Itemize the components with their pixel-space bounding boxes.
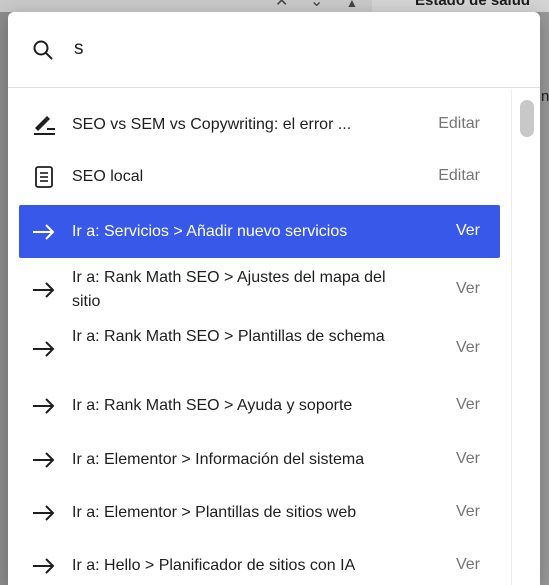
scrollbar-thumb[interactable] (520, 100, 534, 137)
result-label: SEO vs SEM vs Copywriting: el error ... (72, 116, 352, 133)
arrow-right-icon (31, 221, 57, 243)
view-action[interactable]: Ver (456, 396, 480, 414)
result-item[interactable]: Ir a: Rank Math SEO > Ajustes del mapa d… (19, 260, 500, 319)
search-bar[interactable]: s (8, 12, 540, 88)
view-action[interactable]: Ver (456, 450, 480, 468)
edit-action[interactable]: Editar (438, 167, 480, 185)
view-action[interactable]: Ver (456, 503, 480, 521)
background-right-letter: n (541, 88, 549, 105)
scrollbar-track[interactable] (511, 89, 540, 585)
arrow-right-icon (31, 395, 57, 417)
search-input[interactable]: s (74, 38, 84, 60)
page-icon (31, 166, 57, 188)
view-action[interactable]: Ver (456, 556, 480, 574)
result-item[interactable]: Ir a: Servicios > Añadir nuevo servicios… (19, 205, 500, 258)
arrow-right-icon (31, 338, 57, 360)
arrow-right-icon (31, 279, 57, 301)
arrow-right-icon (31, 449, 57, 471)
background-panel-title: Estado de salud (415, 0, 531, 9)
result-label: Ir a: Elementor > Información del sistem… (72, 451, 365, 468)
command-palette: s SEO vs SEM vs Copywriting: el error ..… (8, 12, 540, 585)
result-label: Ir a: Rank Math SEO > Plantillas de sche… (72, 328, 385, 345)
search-icon (33, 40, 53, 60)
background-caret-up-icon: ▲ (346, 0, 358, 10)
arrow-right-icon (31, 502, 57, 524)
results-list: SEO vs SEM vs Copywriting: el error ... E… (8, 89, 511, 585)
background-chevron-down-icon: ⌄ (310, 0, 324, 10)
result-label: SEO local (72, 168, 144, 185)
edit-action[interactable]: Editar (438, 115, 480, 133)
background-close-icon: ✕ (275, 0, 289, 10)
result-item[interactable]: SEO vs SEM vs Copywriting: el error ... E… (19, 99, 500, 151)
result-item[interactable]: Ir a: Elementor > Información del sistem… (19, 433, 500, 486)
result-item[interactable]: SEO local Editar (19, 151, 500, 203)
view-action[interactable]: Ver (456, 339, 480, 357)
post-icon (31, 114, 57, 136)
result-label: Ir a: Elementor > Plantillas de sitios w… (72, 504, 357, 521)
result-label: Ir a: Rank Math SEO > Ayuda y soporte (72, 397, 353, 414)
result-item[interactable]: Ir a: Rank Math SEO > Ayuda y soporte Ver (19, 379, 500, 433)
result-label: Ir a: Hello > Planificador de sitios con… (72, 557, 356, 574)
result-label: Ir a: Rank Math SEO > Ajustes del mapa d… (72, 269, 386, 310)
result-item[interactable]: Ir a: Hello > Planificador de sitios con… (19, 539, 500, 585)
arrow-right-icon (31, 555, 57, 577)
result-label: Ir a: Servicios > Añadir nuevo servicios (72, 223, 348, 240)
view-action[interactable]: Ver (456, 222, 480, 240)
result-item[interactable]: Ir a: Elementor > Plantillas de sitios w… (19, 486, 500, 539)
view-action[interactable]: Ver (456, 280, 480, 298)
result-item[interactable]: Ir a: Rank Math SEO > Plantillas de sche… (19, 320, 500, 378)
